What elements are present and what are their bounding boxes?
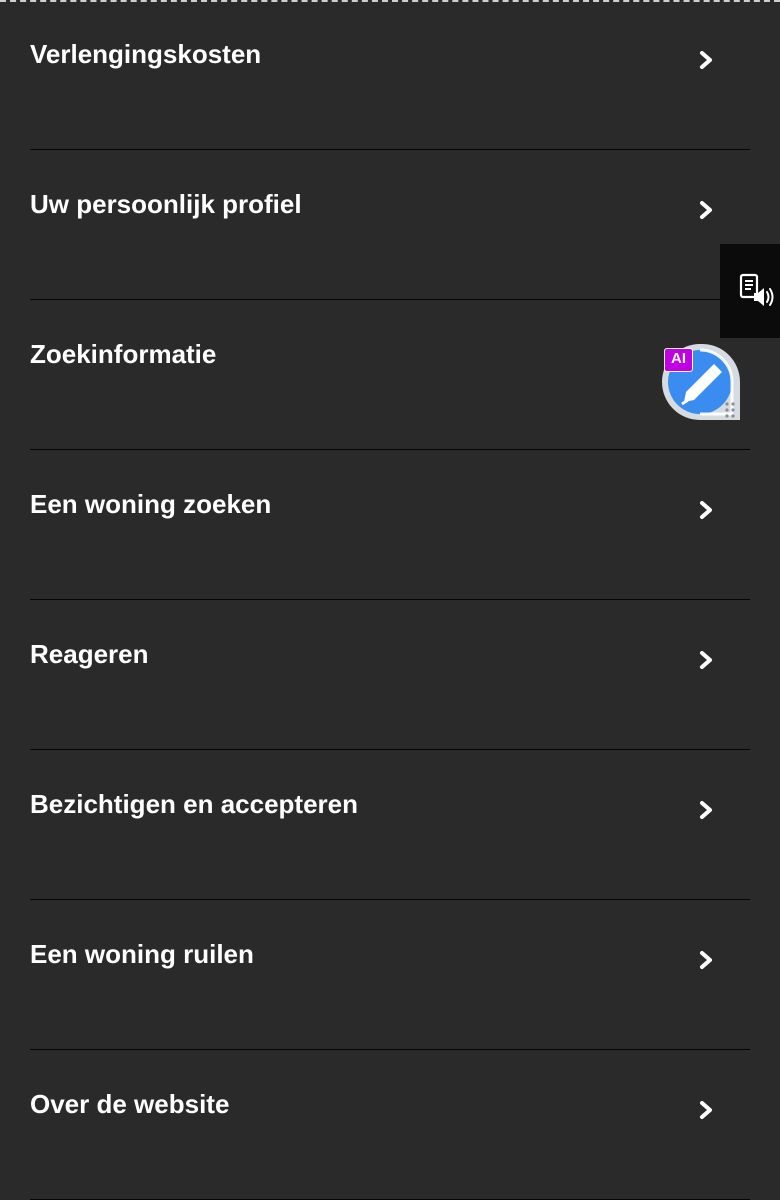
- chevron-right-icon: [697, 949, 717, 971]
- chevron-right-icon: [697, 1099, 717, 1121]
- menu-item-uw-persoonlijk-profiel[interactable]: Uw persoonlijk profiel: [30, 150, 750, 300]
- chevron-right-icon: [697, 799, 717, 821]
- menu-item-label: Reageren: [30, 639, 149, 669]
- menu-item-zoekinformatie[interactable]: Zoekinformatie: [30, 300, 750, 450]
- chevron-right-icon: [697, 499, 717, 521]
- menu-item-een-woning-ruilen[interactable]: Een woning ruilen: [30, 900, 750, 1050]
- menu-item-verlengingskosten[interactable]: Verlengingskosten: [30, 0, 750, 150]
- read-aloud-button[interactable]: [720, 244, 780, 338]
- menu-item-reageren[interactable]: Reageren: [30, 600, 750, 750]
- menu-item-bezichtigen-en-accepteren[interactable]: Bezichtigen en accepteren: [30, 750, 750, 900]
- ai-badge: AI: [664, 348, 693, 372]
- speaker-document-icon: [739, 273, 774, 306]
- ai-assistant-widget[interactable]: AI: [660, 342, 741, 422]
- chevron-right-icon: [697, 49, 717, 71]
- menu-item-een-woning-zoeken[interactable]: Een woning zoeken: [30, 450, 750, 600]
- menu-item-label: Een woning zoeken: [30, 489, 272, 519]
- chevron-right-icon: [697, 649, 717, 671]
- menu-item-label: Verlengingskosten: [30, 39, 262, 69]
- menu-item-label: Een woning ruilen: [30, 939, 254, 969]
- menu-item-label: Over de website: [30, 1089, 230, 1119]
- menu-item-over-de-website[interactable]: Over de website: [30, 1050, 750, 1200]
- menu-item-label: Zoekinformatie: [30, 339, 217, 369]
- main-menu: Verlengingskosten Uw persoonlijk profiel…: [30, 0, 750, 1200]
- menu-item-label: Bezichtigen en accepteren: [30, 789, 358, 819]
- menu-item-label: Uw persoonlijk profiel: [30, 189, 302, 219]
- chevron-right-icon: [697, 199, 717, 221]
